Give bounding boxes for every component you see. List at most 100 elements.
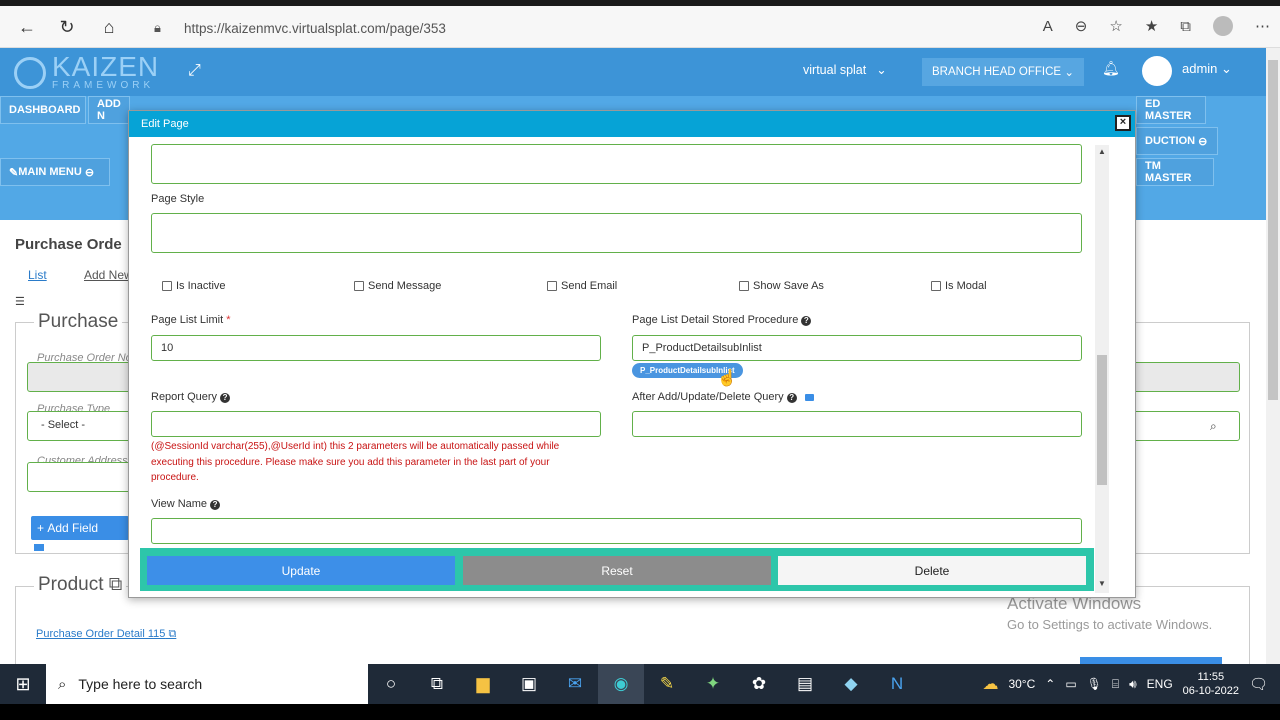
clock-time: 11:55 xyxy=(1197,671,1225,683)
favorite-add-icon[interactable]: ☆ xyxy=(1109,17,1122,35)
product-legend: Product ⧉ xyxy=(34,574,127,596)
reset-button[interactable]: Reset xyxy=(463,556,771,585)
network-icon[interactable]: ⌸ xyxy=(1112,677,1119,692)
paint-icon[interactable]: ✿ xyxy=(736,664,782,704)
cortana-icon[interactable]: ○ xyxy=(368,664,414,704)
after-query-input[interactable] xyxy=(632,411,1082,437)
menu-tm-master[interactable]: TM MASTER xyxy=(1136,158,1214,186)
checkbox-box[interactable] xyxy=(162,281,172,291)
modal-title: Edit Page xyxy=(141,118,189,130)
chevron-down-icon: ⌄ xyxy=(1064,67,1074,79)
stored-proc-input[interactable]: P_ProductDetailsubInlist xyxy=(632,335,1082,361)
menu-add-new[interactable]: ADD N xyxy=(88,96,130,124)
tab-list[interactable]: List xyxy=(28,268,47,282)
company-selector[interactable]: virtual splat ⌄ xyxy=(803,62,887,78)
app-icon[interactable]: N xyxy=(874,664,920,704)
back-arrow-icon[interactable]: ← xyxy=(16,16,38,38)
page-list-limit-input[interactable]: 10 xyxy=(151,335,601,361)
page-scrollbar-thumb[interactable] xyxy=(1268,60,1278,400)
mail-icon[interactable]: ✉ xyxy=(552,664,598,704)
scroll-up-icon[interactable]: ▲ xyxy=(1095,147,1109,156)
show-save-as-checkbox[interactable]: Show Save As xyxy=(739,280,824,292)
page-style-textarea[interactable] xyxy=(151,213,1082,253)
collections-icon[interactable]: ⧉ xyxy=(1180,18,1191,35)
branch-selector[interactable]: BRANCH HEAD OFFICE ⌄ xyxy=(922,58,1084,86)
browser-actions: A ⊖ ☆ ★ ⧉ ⋯ xyxy=(1043,16,1270,36)
user-avatar[interactable] xyxy=(1142,56,1172,86)
checkbox-box[interactable] xyxy=(931,281,941,291)
weather-icon[interactable]: ☁ xyxy=(982,674,998,694)
mic-icon[interactable]: 🎙︎ xyxy=(1087,677,1102,691)
report-query-input[interactable] xyxy=(151,411,601,437)
chevron-down-icon: ⌄ xyxy=(876,63,887,77)
logo-mark-icon xyxy=(14,56,46,89)
delete-button[interactable]: Delete xyxy=(778,556,1086,585)
modal-scrollbar-thumb[interactable] xyxy=(1097,355,1107,485)
help-icon: ? xyxy=(220,393,231,403)
page-title: Purchase Orde xyxy=(15,236,122,253)
scroll-down-icon[interactable]: ▼ xyxy=(1095,579,1109,588)
is-inactive-checkbox[interactable]: Is Inactive xyxy=(162,280,226,292)
address-bar[interactable]: 🔒︎ https://kaizenmvc.virtualsplat.com/pa… xyxy=(148,14,988,42)
more-icon[interactable]: ⋯ xyxy=(1255,17,1270,35)
zoom-icon[interactable]: ⊖ xyxy=(1075,17,1088,35)
reload-icon[interactable]: ↻ xyxy=(56,16,78,38)
volume-icon[interactable]: 🔊︎ xyxy=(1129,677,1137,692)
menu-main-menu[interactable]: ✎ MAIN MENU ⊖ xyxy=(0,158,110,186)
store-icon[interactable]: ▣ xyxy=(506,664,552,704)
clock[interactable]: 11:55 06-10-2022 xyxy=(1183,670,1239,698)
search-icon[interactable]: ⌕ xyxy=(1210,419,1217,434)
checkbox-box[interactable] xyxy=(547,281,557,291)
checkbox-box[interactable] xyxy=(354,281,364,291)
app-icon[interactable]: ▤ xyxy=(782,664,828,704)
search-icon: ⌕ xyxy=(58,675,67,693)
menu-dashboard[interactable]: DASHBOARD xyxy=(0,96,86,124)
windows-start-icon[interactable]: ⊞ xyxy=(0,664,46,704)
activation-watermark: Activate Windows Go to Settings to activ… xyxy=(1007,594,1212,632)
language[interactable]: ENG xyxy=(1147,677,1173,691)
list-icon[interactable]: ☰ xyxy=(15,295,25,308)
purchase-legend: Purchase xyxy=(34,311,123,333)
read-aloud-icon[interactable]: A xyxy=(1043,18,1053,35)
url-text: https://kaizenmvc.virtualsplat.com/page/… xyxy=(184,20,446,36)
app-icon[interactable]: ✦ xyxy=(690,664,736,704)
company-name: virtual splat xyxy=(803,62,867,77)
tab-add-new[interactable]: Add New xyxy=(84,268,133,282)
battery-icon[interactable]: ▭ xyxy=(1065,677,1076,691)
prev-textarea[interactable] xyxy=(151,144,1082,184)
taskbar-search[interactable]: ⌕ Type here to search xyxy=(46,664,368,704)
app-icon[interactable]: ✎ xyxy=(644,664,690,704)
search-placeholder: Type here to search xyxy=(78,676,203,692)
edge-icon[interactable]: ◉ xyxy=(598,664,644,704)
mini-badge-icon[interactable] xyxy=(804,393,814,401)
checkbox-box[interactable] xyxy=(739,281,749,291)
menu-duction[interactable]: DUCTION ⊖ xyxy=(1136,127,1218,155)
home-icon[interactable]: ⌂ xyxy=(98,16,120,38)
screen-border xyxy=(0,704,1280,720)
task-view-icon[interactable]: ⧉ xyxy=(414,664,460,704)
send-email-checkbox[interactable]: Send Email xyxy=(547,280,617,292)
logo-subtext: FRAMEWORK xyxy=(52,80,155,91)
bell-icon[interactable]: 🔔︎ xyxy=(1102,60,1120,77)
file-explorer-icon[interactable]: ▆ xyxy=(460,664,506,704)
customer-address-input[interactable] xyxy=(27,462,137,492)
app-icon[interactable]: ◆ xyxy=(828,664,874,704)
update-button[interactable]: Update xyxy=(147,556,455,585)
notification-icon[interactable]: 🗨︎ xyxy=(1249,675,1268,693)
is-modal-checkbox[interactable]: Is Modal xyxy=(931,280,987,292)
view-name-input[interactable] xyxy=(151,518,1082,544)
logo[interactable]: KAIZEN FRAMEWORK xyxy=(14,53,159,91)
menu-ed-master[interactable]: ED MASTER xyxy=(1136,96,1206,124)
add-field-button[interactable]: + Add Field xyxy=(31,516,129,540)
send-message-checkbox[interactable]: Send Message xyxy=(354,280,441,292)
app-header: KAIZEN FRAMEWORK ⤢ virtual splat ⌄ BRANC… xyxy=(0,48,1266,96)
close-icon[interactable]: × xyxy=(1115,115,1131,131)
bottom-blue-button[interactable] xyxy=(1080,657,1222,664)
user-menu[interactable]: admin ⌄ xyxy=(1182,61,1232,77)
tray-chevron-icon[interactable]: ⌃ xyxy=(1045,677,1055,691)
profile-avatar[interactable] xyxy=(1213,16,1233,36)
po-detail-link[interactable]: Purchase Order Detail 115 ⧉ xyxy=(36,628,176,641)
expand-icon[interactable]: ⤢ xyxy=(188,62,201,80)
small-badge-icon xyxy=(34,544,44,551)
favorites-icon[interactable]: ★ xyxy=(1145,17,1158,35)
